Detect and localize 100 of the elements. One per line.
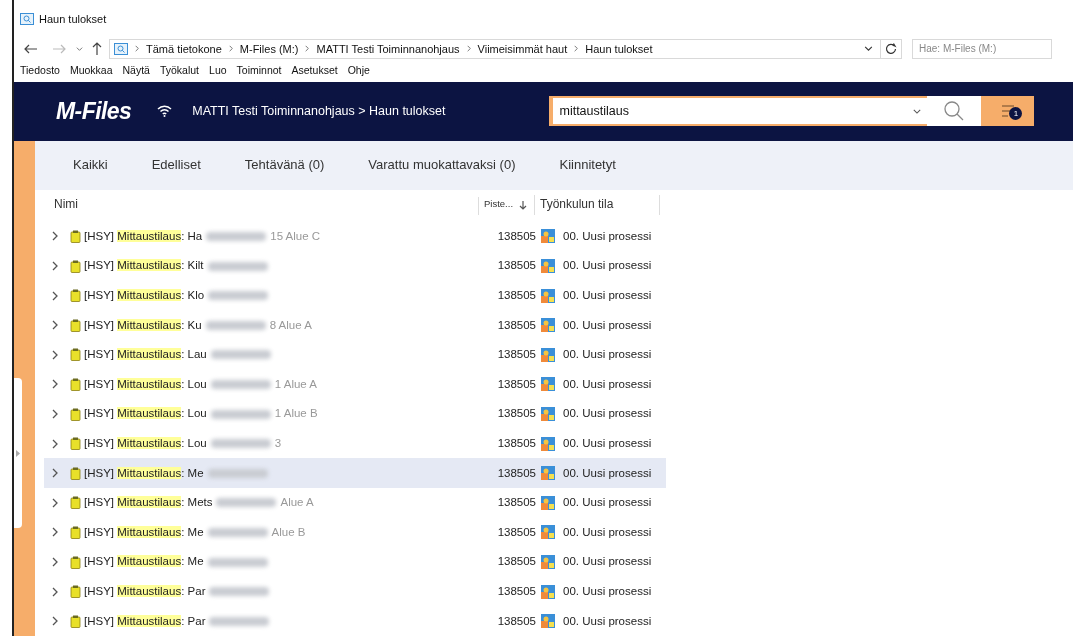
workflow-icon [541, 377, 555, 392]
address-bar[interactable]: Tämä tietokone M-Files (M:) MATTI Testi Toiminnanohjaus Viimeisimmät haut Haun tulokset [109, 38, 902, 59]
expand-chevron-icon[interactable] [51, 586, 59, 597]
menu-item[interactable]: Muokkaa [69, 62, 113, 79]
menu-item[interactable]: Näytä [122, 62, 150, 79]
result-row[interactable]: [HSY] Mittaustilaus: Mets Alue A 138505 00. Uusi prosessi [44, 488, 666, 518]
dropdown-chevron-icon[interactable] [913, 109, 922, 114]
expand-chevron-icon[interactable] [51, 527, 59, 538]
separator-chevron-icon[interactable] [228, 45, 233, 53]
expand-chevron-icon[interactable] [51, 349, 59, 360]
expand-chevron-icon[interactable] [51, 438, 59, 449]
document-icon [69, 437, 81, 451]
tab[interactable]: Edelliset [151, 155, 201, 175]
result-row[interactable]: [HSY] Mittaustilaus: Me 138505 00. Uusi prosessi [44, 547, 666, 577]
breadcrumb[interactable]: Tämä tietokone [146, 40, 222, 58]
workflow-icon [541, 318, 555, 333]
vault-search-field[interactable]: mittaustilaus [549, 96, 928, 127]
workflow-icon [541, 525, 555, 540]
breadcrumb[interactable]: MATTI Testi Toiminnanohjaus [316, 40, 460, 58]
workflow-icon [541, 466, 555, 481]
filter-count-badge: 1 [1009, 107, 1023, 121]
back-arrow-icon[interactable] [24, 42, 38, 55]
score-cell-text: 138505 [497, 613, 536, 629]
result-row[interactable]: [HSY] Mittaustilaus: Lou 1 Alue A 138505 00. Uusi prosessi [44, 369, 666, 400]
column-header[interactable]: Piste... [484, 197, 514, 212]
separator-chevron-icon[interactable] [135, 45, 139, 53]
workflow-state-cell-text: 00. Uusi prosessi [563, 613, 653, 629]
result-title: [HSY] Mittaustilaus: Par [84, 583, 206, 599]
document-icon [69, 259, 81, 273]
result-row[interactable]: [HSY] Mittaustilaus: Me 138505 00. Uusi prosessi [44, 458, 666, 489]
tab[interactable]: Kaikki [73, 155, 108, 175]
menu-item[interactable]: Luo [209, 62, 227, 79]
workflow-icon [541, 347, 555, 362]
separator-chevron-icon[interactable] [305, 45, 310, 53]
result-row[interactable]: [HSY] Mittaustilaus: Par 138505 00. Uusi prosessi [44, 576, 666, 607]
redacted-text [208, 291, 269, 301]
tab[interactable]: Varattu muokattavaksi (0) [368, 155, 516, 175]
tab[interactable]: Tehtävänä (0) [244, 155, 325, 175]
score-cell-text: 138505 [497, 258, 536, 274]
result-title-end: 1 Alue B [274, 406, 318, 422]
score-cell-text: 138505 [497, 465, 536, 481]
result-row[interactable]: [HSY] Mittaustilaus: Lou 3 138505 00. Uusi prosessi [44, 428, 666, 459]
expand-chevron-icon[interactable] [51, 379, 59, 390]
redacted-text [210, 409, 271, 419]
result-row[interactable]: [HSY] Mittaustilaus: Ha 15 Alue C 138505 00. Uusi prosessi [44, 221, 666, 252]
result-title: [HSY] Mittaustilaus: Lou [84, 436, 207, 452]
search-field[interactable]: Hae: M-Files (M:) [912, 38, 1052, 59]
up-arrow-icon[interactable] [91, 41, 103, 56]
workflow-icon [541, 436, 555, 451]
breadcrumb[interactable]: Haun tulokset [585, 40, 653, 58]
column-header[interactable]: Nimi [42, 194, 478, 215]
workflow-state-cell-text: 00. Uusi prosessi [563, 524, 653, 540]
result-row[interactable]: [HSY] Mittaustilaus: Par 138505 00. Uusi prosessi [44, 606, 666, 636]
column-header[interactable]: Työnkulun tila [534, 194, 660, 215]
expand-chevron-icon[interactable] [51, 616, 59, 627]
expand-chevron-icon[interactable] [51, 468, 59, 479]
search-button[interactable] [927, 96, 982, 127]
window-title: Haun tulokset [39, 12, 107, 28]
redacted-text [206, 232, 267, 241]
workflow-state-cell-text: 00. Uusi prosessi [563, 465, 653, 481]
expand-chevron-icon[interactable] [51, 557, 59, 567]
breadcrumb[interactable]: M-Files (M:) [239, 40, 299, 58]
result-row[interactable]: [HSY] Mittaustilaus: Klo 138505 00. Uusi prosessi [44, 280, 666, 311]
result-title: [HSY] Mittaustilaus: Me [84, 524, 204, 540]
expand-chevron-icon[interactable] [51, 497, 59, 508]
redacted-text [207, 468, 268, 478]
result-row[interactable]: [HSY] Mittaustilaus: Lou 1 Alue B 138505 00. Uusi prosessi [44, 399, 666, 429]
result-row[interactable]: [HSY] Mittaustilaus: Kilt 138505 00. Uusi prosessi [44, 251, 666, 281]
result-row[interactable]: [HSY] Mittaustilaus: Ku 8 Alue A 138505 00. Uusi prosessi [44, 310, 666, 341]
result-row[interactable]: [HSY] Mittaustilaus: Lau 138505 00. Uusi prosessi [44, 340, 666, 370]
menu-item[interactable]: Asetukset [291, 62, 338, 79]
breadcrumb[interactable]: Viimeisimmät haut [477, 40, 568, 58]
score-cell-text: 138505 [497, 317, 536, 333]
score-cell-text: 138505 [497, 524, 536, 540]
expand-chevron-icon[interactable] [51, 290, 59, 301]
dropdown-chevron-icon[interactable] [864, 46, 873, 52]
expand-chevron-icon[interactable] [51, 231, 59, 242]
menu-item[interactable]: Tiedosto [20, 62, 60, 79]
menu-item[interactable]: Ohje [347, 62, 370, 79]
tab[interactable]: Kiinnitetyt [559, 155, 616, 175]
expand-chevron-icon[interactable] [51, 409, 59, 420]
result-title: [HSY] Mittaustilaus: Lau [84, 347, 207, 363]
result-title-end: Alue A [280, 495, 314, 511]
side-panel-toggle[interactable] [14, 378, 22, 529]
score-cell-text: 138505 [497, 495, 536, 511]
recent-dropdown-icon[interactable] [76, 46, 83, 51]
menu-item[interactable]: Työkalut [159, 62, 200, 79]
filter-button[interactable]: 1 [981, 96, 1035, 127]
redacted-text [210, 379, 271, 389]
result-title: [HSY] Mittaustilaus: Par [84, 613, 206, 629]
separator-chevron-icon[interactable] [574, 45, 579, 53]
separator-chevron-icon[interactable] [466, 45, 471, 53]
result-row[interactable]: [HSY] Mittaustilaus: Me Alue B 138505 00. Uusi prosessi [44, 517, 666, 548]
redacted-text [207, 557, 268, 567]
menu-item[interactable]: Toiminnot [236, 62, 282, 79]
expand-chevron-icon[interactable] [51, 261, 59, 272]
score-cell-text: 138505 [497, 347, 536, 363]
result-title: [HSY] Mittaustilaus: Lou [84, 376, 207, 392]
refresh-icon[interactable] [885, 42, 897, 55]
expand-chevron-icon[interactable] [51, 320, 59, 331]
